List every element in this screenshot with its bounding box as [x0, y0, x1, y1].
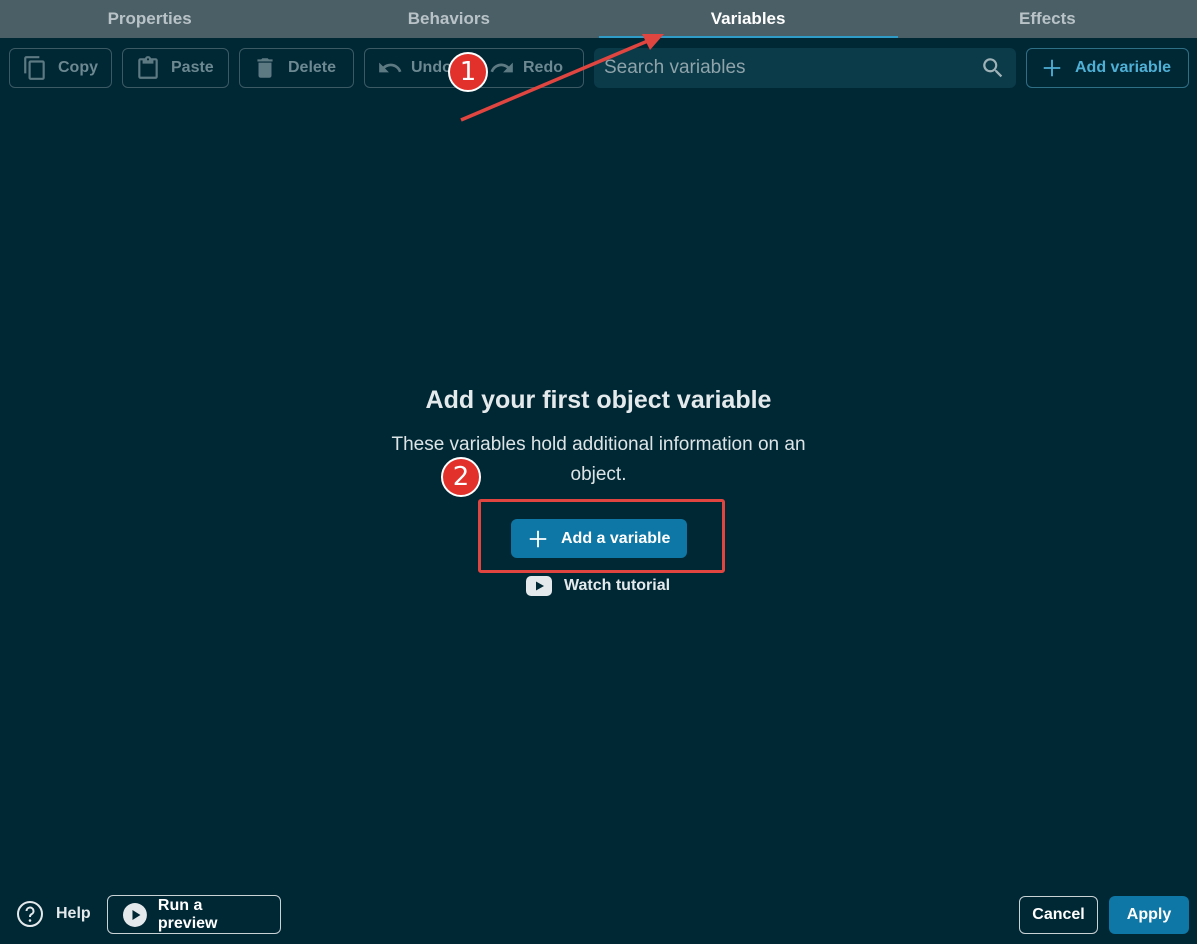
variables-editor-dialog: Properties Behaviors Variables Effects C…	[0, 0, 1197, 944]
tab-variables[interactable]: Variables	[598, 0, 899, 38]
tab-behaviors[interactable]: Behaviors	[299, 0, 598, 38]
delete-button[interactable]: Delete	[239, 48, 354, 88]
help-label: Help	[56, 905, 91, 922]
tab-effects[interactable]: Effects	[898, 0, 1197, 38]
run-preview-label: Run a preview	[157, 896, 218, 932]
search-box	[594, 48, 1016, 88]
empty-state-description: These variables hold additional informat…	[391, 434, 806, 485]
watch-tutorial-link[interactable]: Watch tutorial	[526, 576, 670, 596]
add-variable-toolbar-button[interactable]: Add variable	[1026, 48, 1189, 88]
apply-button[interactable]: Apply	[1109, 896, 1189, 934]
search-icon[interactable]	[980, 55, 1006, 81]
copy-icon	[24, 56, 45, 80]
copy-label: Copy	[58, 59, 98, 76]
youtube-icon	[526, 576, 552, 596]
help-link[interactable]: Help	[16, 900, 91, 928]
annotation-highlight-box	[478, 499, 725, 573]
empty-state-title: Add your first object variable	[425, 386, 772, 414]
delete-label: Delete	[288, 59, 337, 76]
annotation-badge-1: 1	[448, 52, 488, 92]
clipboard-icon	[138, 56, 158, 79]
add-variable-label: Add variable	[1075, 59, 1172, 76]
run-preview-button[interactable]: Run a preview	[107, 895, 281, 934]
tab-bar: Properties Behaviors Variables Effects	[0, 0, 1197, 38]
cancel-button[interactable]: Cancel	[1019, 896, 1098, 934]
watch-tutorial-label: Watch tutorial	[564, 577, 671, 594]
trash-icon	[257, 58, 273, 78]
paste-button[interactable]: Paste	[122, 48, 229, 88]
play-icon	[122, 902, 147, 927]
help-circle-icon	[17, 901, 43, 927]
redo-label[interactable]: Redo	[523, 59, 563, 77]
paste-label: Paste	[171, 59, 214, 76]
tab-properties[interactable]: Properties	[0, 0, 299, 38]
annotation-badge-2: 2	[441, 457, 481, 497]
plus-icon	[1043, 59, 1061, 77]
undo-icon[interactable]	[377, 55, 403, 81]
copy-button[interactable]: Copy	[9, 48, 112, 88]
redo-icon[interactable]	[489, 55, 515, 81]
search-input[interactable]	[604, 48, 980, 88]
